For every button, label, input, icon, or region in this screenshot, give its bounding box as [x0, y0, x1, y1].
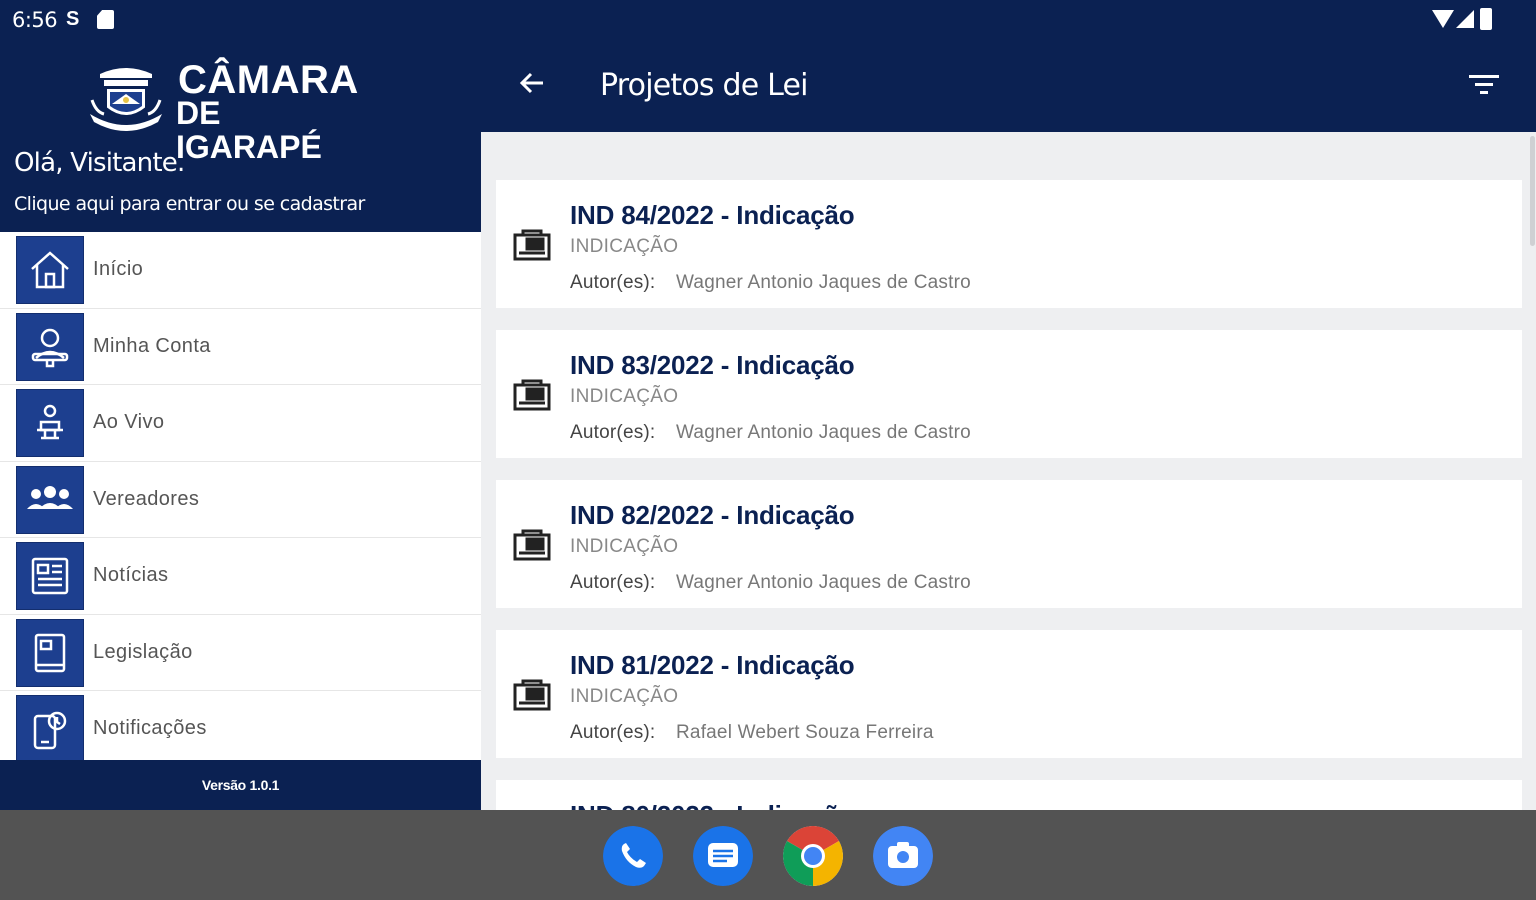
project-card[interactable]: IND 80/2022 - Indicação [496, 780, 1522, 810]
login-link[interactable]: Clique aqui para entrar ou se cadastrar [14, 193, 365, 215]
menu-item-legislacao[interactable]: Legislação [0, 615, 481, 691]
book-icon [16, 618, 84, 687]
status-bar: 6:56 S [0, 0, 1536, 40]
author-label: Autor(es): [570, 422, 656, 443]
author-label: Autor(es): [570, 272, 656, 293]
drawer-menu: Início Minha Conta Ao Vivo Vereadores No… [0, 232, 481, 760]
wifi-icon [1432, 10, 1454, 28]
menu-item-notificacoes[interactable]: Notificações [0, 691, 481, 760]
menu-label: Início [93, 258, 144, 281]
messages-icon[interactable] [693, 826, 753, 886]
project-card[interactable]: IND 81/2022 - Indicação INDICAÇÃO Autor(… [496, 630, 1522, 758]
status-time: 6:56 [12, 8, 58, 32]
menu-label: Legislação [93, 640, 193, 663]
group-icon [16, 465, 84, 534]
menu-item-vereadores[interactable]: Vereadores [0, 462, 481, 538]
menu-label: Notificações [93, 717, 207, 740]
menu-item-minha-conta[interactable]: Minha Conta [0, 309, 481, 385]
app-bar: Projetos de Lei [481, 40, 1536, 132]
author-label: Autor(es): [570, 572, 656, 593]
camara-logo: CÂMARA DE IGARAPÉ [86, 56, 359, 164]
project-card[interactable]: IND 82/2022 - Indicação INDICAÇÃO Autor(… [496, 480, 1522, 608]
project-title: IND 81/2022 - Indicação [570, 650, 855, 680]
document-icon [513, 379, 551, 411]
menu-label: Ao Vivo [93, 411, 165, 434]
account-icon [16, 312, 84, 381]
logo-title-line2: DE IGARAPÉ [176, 95, 322, 165]
home-icon [16, 236, 84, 304]
project-title: IND 80/2022 - Indicação [570, 800, 855, 810]
project-type: INDICAÇÃO [570, 236, 679, 257]
menu-label: Notícias [93, 564, 169, 587]
author-name: Rafael Webert Souza Ferreira [676, 722, 934, 743]
project-type: INDICAÇÃO [570, 536, 679, 557]
project-title: IND 83/2022 - Indicação [570, 350, 855, 380]
status-indicators [1432, 8, 1496, 32]
sd-card-icon [97, 10, 114, 29]
back-arrow-icon[interactable] [517, 68, 547, 98]
phone-icon[interactable] [603, 826, 663, 886]
project-type: INDICAÇÃO [570, 386, 679, 407]
project-card[interactable]: IND 84/2022 - Indicação INDICAÇÃO Autor(… [496, 180, 1522, 308]
news-icon [16, 542, 84, 610]
author-label: Autor(es): [570, 722, 656, 743]
menu-item-inicio[interactable]: Início [0, 232, 481, 309]
s-notification-icon: S [66, 8, 80, 30]
menu-item-ao-vivo[interactable]: Ao Vivo [0, 385, 481, 462]
author-name: Wagner Antonio Jaques de Castro [676, 572, 971, 593]
signal-icon [1456, 10, 1474, 28]
project-title: IND 82/2022 - Indicação [570, 500, 855, 530]
crest-icon [90, 68, 162, 131]
document-icon [513, 529, 551, 561]
greeting-text: Olá, Visitante. [14, 148, 185, 178]
camera-icon[interactable] [873, 826, 933, 886]
document-icon [513, 229, 551, 261]
menu-item-noticias[interactable]: Notícias [0, 538, 481, 615]
system-dock [0, 810, 1536, 900]
projects-list[interactable]: IND 84/2022 - Indicação INDICAÇÃO Autor(… [481, 132, 1536, 810]
menu-label: Minha Conta [93, 334, 211, 357]
project-card[interactable]: IND 83/2022 - Indicação INDICAÇÃO Autor(… [496, 330, 1522, 458]
notifications-icon [16, 695, 84, 760]
battery-icon [1480, 8, 1492, 30]
logo-title-line1: CÂMARA [178, 58, 359, 102]
project-type: INDICAÇÃO [570, 686, 679, 707]
chrome-icon[interactable] [783, 826, 843, 886]
document-icon [513, 679, 551, 711]
project-title: IND 84/2022 - Indicação [570, 200, 855, 230]
page-title: Projetos de Lei [600, 68, 808, 103]
author-name: Wagner Antonio Jaques de Castro [676, 272, 971, 293]
drawer-header[interactable]: CÂMARA DE IGARAPÉ Olá, Visitante. Clique… [0, 40, 481, 232]
live-icon [16, 389, 84, 457]
author-name: Wagner Antonio Jaques de Castro [676, 422, 971, 443]
filter-icon[interactable] [1468, 72, 1500, 98]
scrollbar[interactable] [1530, 136, 1535, 246]
menu-label: Vereadores [93, 487, 200, 510]
navigation-drawer: CÂMARA DE IGARAPÉ Olá, Visitante. Clique… [0, 40, 481, 810]
version-label: Versão 1.0.1 [0, 760, 481, 810]
